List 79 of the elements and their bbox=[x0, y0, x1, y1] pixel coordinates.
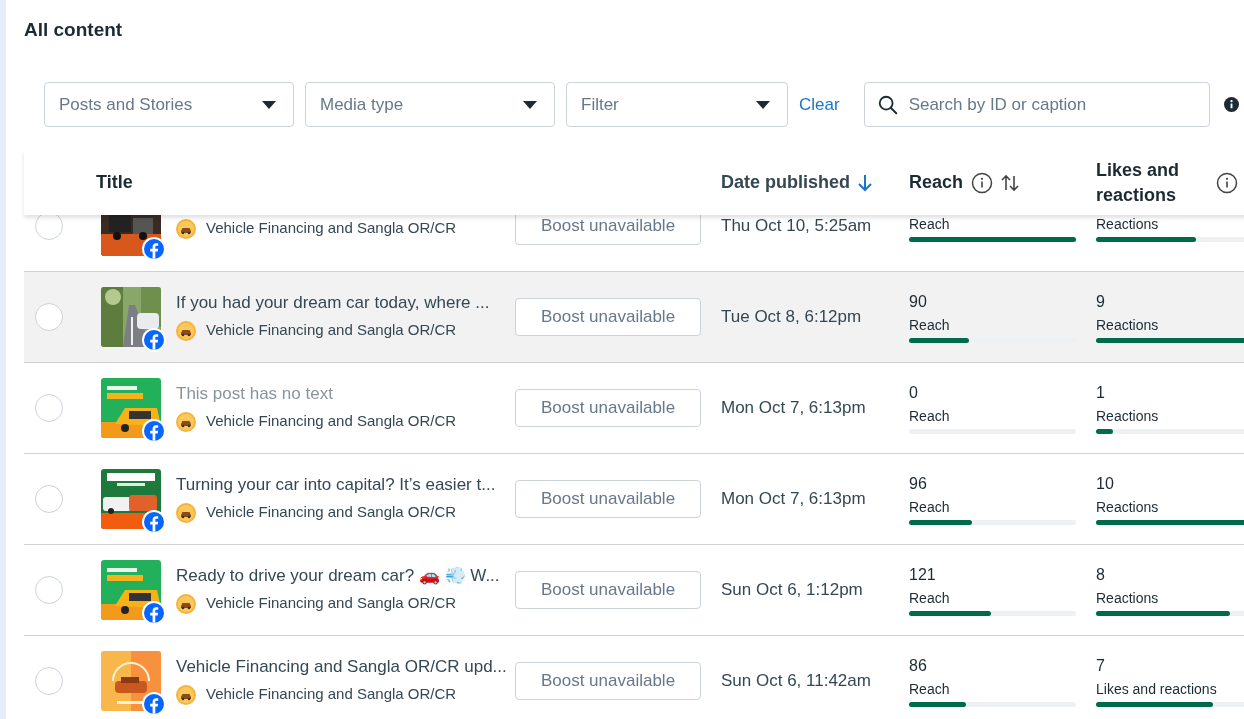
metric-value: 0 bbox=[909, 382, 919, 403]
metric-label: Reach bbox=[909, 679, 951, 698]
select-radio[interactable] bbox=[35, 303, 63, 331]
metric-value: 9 bbox=[1096, 291, 1106, 312]
select-radio[interactable] bbox=[35, 394, 63, 422]
metric-value: 90 bbox=[909, 291, 928, 312]
column-header[interactable]: Title bbox=[96, 169, 133, 196]
page-avatar-icon bbox=[176, 684, 196, 705]
metric-value: 8 bbox=[1096, 564, 1106, 585]
date-text: Tue Oct 8, 6:12pm bbox=[720, 306, 863, 329]
select-radio[interactable] bbox=[35, 667, 63, 695]
post-title[interactable]: This post has no text bbox=[176, 383, 457, 406]
page-name: Vehicle Financing and Sangla OR/CR bbox=[206, 411, 457, 432]
post-title[interactable]: Vehicle Financing and Sangla OR/CR upd... bbox=[176, 656, 507, 679]
select-radio[interactable] bbox=[35, 485, 63, 513]
dropdown[interactable]: Filter bbox=[566, 82, 788, 127]
metric-value: 121 bbox=[909, 564, 937, 585]
metric-label: Reach bbox=[909, 215, 951, 233]
page-avatar-icon bbox=[176, 218, 196, 239]
metric-label: Reactions bbox=[1096, 315, 1160, 334]
facebook-icon bbox=[142, 237, 166, 261]
boost-button[interactable]: Boost unavailable bbox=[515, 662, 701, 700]
boost-button[interactable]: Boost unavailable bbox=[515, 571, 701, 609]
caret-icon bbox=[522, 99, 538, 110]
facebook-icon bbox=[142, 510, 166, 534]
metric-label: Likes and reactions bbox=[1096, 679, 1218, 698]
column-header[interactable]: Likes and reactions bbox=[1096, 157, 1196, 208]
date-text: Sun Oct 6, 11:42am bbox=[720, 670, 872, 693]
select-radio[interactable] bbox=[35, 215, 63, 240]
info-icon bbox=[1223, 97, 1239, 112]
metric-label: Reactions bbox=[1096, 215, 1160, 233]
post-title[interactable]: Turning your car into capital? It’s easier t... bbox=[176, 474, 496, 497]
page-name: Vehicle Financing and Sangla OR/CR bbox=[206, 684, 457, 705]
metric-label: Reactions bbox=[1096, 497, 1160, 516]
search-icon bbox=[876, 93, 899, 116]
caret-icon bbox=[755, 99, 771, 110]
page-heading: All content bbox=[24, 18, 124, 42]
boost-button[interactable]: Boost unavailable bbox=[515, 298, 701, 336]
date-text: Thu Oct 10, 5:25am bbox=[720, 215, 873, 238]
post-title[interactable]: Ready to drive your dream car? 🚗 💨 W... bbox=[176, 565, 500, 588]
caret-icon bbox=[261, 99, 277, 110]
search-field[interactable]: Search by ID or caption bbox=[863, 82, 1210, 127]
date-text: Mon Oct 7, 6:13pm bbox=[720, 397, 867, 420]
metric-label: Reactions bbox=[1096, 588, 1160, 607]
metric-value: 86 bbox=[909, 655, 928, 676]
page-name: Vehicle Financing and Sangla OR/CR bbox=[206, 593, 457, 614]
dropdown[interactable]: Media type bbox=[305, 82, 555, 127]
select-radio[interactable] bbox=[35, 576, 63, 604]
column-header[interactable]: Date published bbox=[721, 169, 850, 196]
metric-value: 7 bbox=[1096, 655, 1106, 676]
page-name: Vehicle Financing and Sangla OR/CR bbox=[206, 502, 457, 523]
metric-label: Reach bbox=[909, 497, 951, 516]
metric-label: Reach bbox=[909, 406, 951, 425]
post-title[interactable]: If you had your dream car today, where ... bbox=[176, 292, 490, 315]
facebook-icon bbox=[142, 419, 166, 443]
page-avatar-icon bbox=[176, 593, 196, 614]
facebook-icon bbox=[142, 601, 166, 625]
table-row[interactable]: If you had your dream car today, where ... Vehicle Financing and Sangla OR/CR Boost unavailable Tue Oct 8, 6:12pm 90 Reach 9 Reactions bbox=[24, 272, 1244, 363]
metric-label: Reactions bbox=[1096, 406, 1160, 425]
metric-value: 10 bbox=[1096, 473, 1115, 494]
metric-label: Reach bbox=[909, 315, 951, 334]
page-name: Vehicle Financing and Sangla OR/CR bbox=[206, 320, 457, 341]
metric-value: 1 bbox=[1096, 382, 1106, 403]
boost-button[interactable]: Boost unavailable bbox=[515, 215, 701, 245]
boost-button[interactable]: Boost unavailable bbox=[515, 389, 701, 427]
facebook-icon bbox=[142, 328, 166, 352]
dropdown[interactable]: Posts and Stories bbox=[44, 82, 294, 127]
boost-button[interactable]: Boost unavailable bbox=[515, 480, 701, 518]
column-header[interactable]: Reach bbox=[909, 169, 964, 196]
metric-label: Reach bbox=[909, 588, 951, 607]
facebook-icon bbox=[142, 692, 166, 716]
page-avatar-icon bbox=[176, 320, 196, 341]
clear-link[interactable]: Clear bbox=[799, 91, 840, 118]
metric-value: 96 bbox=[909, 473, 928, 494]
date-text: Sun Oct 6, 1:12pm bbox=[720, 579, 864, 602]
page-avatar-icon bbox=[176, 502, 196, 523]
page-name: Vehicle Financing and Sangla OR/CR bbox=[206, 218, 457, 239]
date-text: Mon Oct 7, 6:13pm bbox=[720, 488, 867, 511]
page-avatar-icon bbox=[176, 411, 196, 432]
